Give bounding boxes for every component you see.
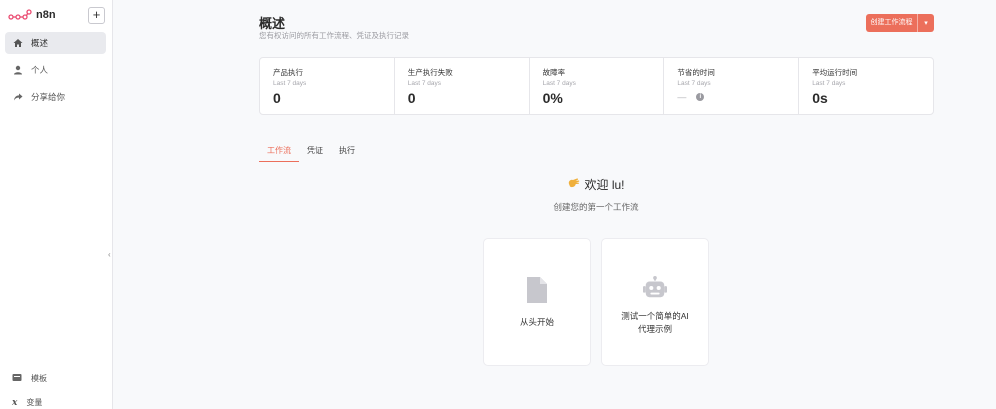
user-icon [13, 65, 23, 75]
sidebar-item-templates[interactable]: 模板 [12, 373, 47, 384]
n8n-logo[interactable]: n8n [8, 9, 56, 21]
stat-value: 0 [273, 90, 281, 106]
stat-value: 0% [542, 90, 563, 106]
page-subtitle: 您有权访问的所有工作流程、凭证及执行记录 [259, 31, 409, 40]
stat-period: Last 7 days [812, 80, 846, 87]
card-label-line2: 代理示例 [637, 324, 672, 334]
card-label: 从头开始 [519, 317, 554, 327]
create-workflow-button[interactable]: 创建工作流程 ▾ [866, 14, 934, 32]
stat-prod-failures[interactable]: 生产执行失败 Last 7 days 0 [395, 58, 530, 114]
stat-period: Last 7 days [273, 80, 307, 87]
variable-icon: x [12, 397, 18, 408]
card-label: 测试一个简单的AI 代理示例 [621, 310, 689, 336]
tab-credentials[interactable]: 凭证 [299, 145, 331, 162]
stat-title: 节省的时间 [677, 68, 715, 77]
stat-value: 0s [812, 90, 828, 106]
start-from-scratch-card[interactable]: 从头开始 [483, 238, 591, 366]
sidebar-item-label: 概述 [31, 38, 49, 48]
stat-title: 平均运行时间 [812, 68, 858, 77]
sidebar-item-label: 分享给你 [31, 92, 66, 102]
welcome-section: 欢迎 lu! 创建您的第一个工作流 [496, 176, 696, 213]
stat-time-saved[interactable]: 节省的时间 Last 7 days — i [664, 58, 800, 114]
welcome-title: 欢迎 lu! [584, 178, 625, 192]
sidebar-item-label: 个人 [31, 65, 49, 75]
robot-icon [643, 276, 667, 298]
stat-title: 产品执行 [273, 68, 303, 77]
tab-workflows[interactable]: 工作流 [259, 145, 299, 162]
share-icon [13, 92, 23, 102]
create-workflow-label[interactable]: 创建工作流程 [866, 14, 918, 32]
card-label-line1: 测试一个简单的AI [621, 311, 689, 321]
stat-period: Last 7 days [542, 80, 576, 87]
add-button[interactable]: + [88, 7, 105, 24]
info-icon[interactable]: i [696, 93, 705, 101]
sidebar-item-personal[interactable]: 个人 [5, 59, 106, 81]
app-name: n8n [36, 9, 56, 21]
tab-executions[interactable]: 执行 [331, 145, 363, 162]
welcome-heading: 欢迎 lu! [567, 176, 625, 193]
waving-hand-icon [567, 177, 580, 192]
collapse-sidebar-icon[interactable]: ‹ [108, 250, 111, 259]
stats-panel: 产品执行 Last 7 days 0 生产执行失败 Last 7 days 0 … [259, 57, 934, 115]
template-icon [12, 373, 22, 384]
stat-value-row: — i [677, 92, 798, 102]
stat-period: Last 7 days [407, 80, 442, 87]
chevron-down-icon[interactable]: ▾ [918, 19, 934, 27]
sidebar-item-shared[interactable]: 分享给你 [5, 86, 106, 108]
sidebar-item-variables[interactable]: x 变量 [12, 397, 42, 408]
stat-value: 0 [407, 90, 416, 106]
ai-agent-example-card[interactable]: 测试一个简单的AI 代理示例 [601, 238, 709, 366]
stat-title: 故障率 [542, 68, 566, 77]
sidebar: n8n + 概述 个人 分享给你 ‹ 模板 x 变量 [0, 0, 113, 409]
stat-period: Last 7 days [677, 80, 711, 87]
welcome-subtitle: 创建您的第一个工作流 [553, 202, 639, 212]
content-tabs: 工作流 凭证 执行 [259, 145, 363, 162]
stat-value: — [677, 92, 687, 102]
sidebar-item-label: 模板 [31, 374, 47, 383]
file-icon [527, 277, 547, 303]
stat-avg-runtime[interactable]: 平均运行时间 Last 7 days 0s [799, 58, 933, 114]
stat-title: 生产执行失败 [407, 68, 453, 77]
sidebar-item-label: 变量 [26, 398, 43, 407]
home-icon [13, 38, 23, 48]
sidebar-item-overview[interactable]: 概述 [5, 32, 106, 54]
stat-prod-executions[interactable]: 产品执行 Last 7 days 0 [260, 58, 395, 114]
n8n-logo-icon [8, 9, 32, 20]
stat-failure-rate[interactable]: 故障率 Last 7 days 0% [530, 58, 665, 114]
